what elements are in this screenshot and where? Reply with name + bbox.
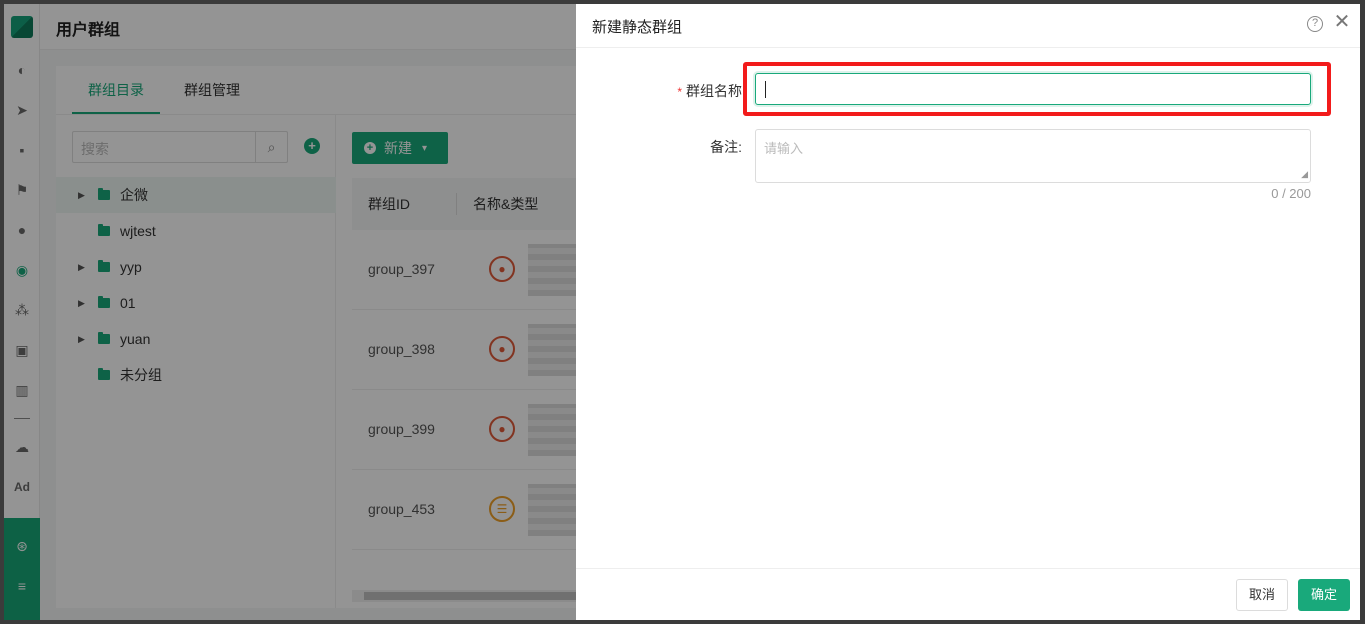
drawer-header: 新建静态群组 ? ✕ [576, 4, 1360, 48]
drawer-footer: 取消 确定 [576, 568, 1360, 620]
character-counter: 0 / 200 [1271, 186, 1311, 201]
confirm-button[interactable]: 确定 [1298, 579, 1350, 611]
drawer-title: 新建静态群组 [592, 19, 683, 36]
help-icon[interactable]: ? [1307, 16, 1323, 32]
remark-placeholder: 请输入 [764, 141, 804, 156]
required-mark: * [677, 85, 682, 99]
cancel-button[interactable]: 取消 [1236, 579, 1288, 611]
create-static-group-drawer: 新建静态群组 ? ✕ * 群组名称 备注: 请输入 ◢ 0 / 200 取消 确定 [576, 4, 1360, 620]
highlight-box [743, 62, 1331, 116]
resize-handle-icon[interactable]: ◢ [1301, 169, 1308, 180]
remark-label: 备注: [710, 139, 742, 155]
group-name-label: * 群组名称 [677, 83, 742, 99]
remark-textarea[interactable]: 请输入 ◢ [755, 129, 1311, 183]
close-icon[interactable]: ✕ [1332, 12, 1352, 32]
